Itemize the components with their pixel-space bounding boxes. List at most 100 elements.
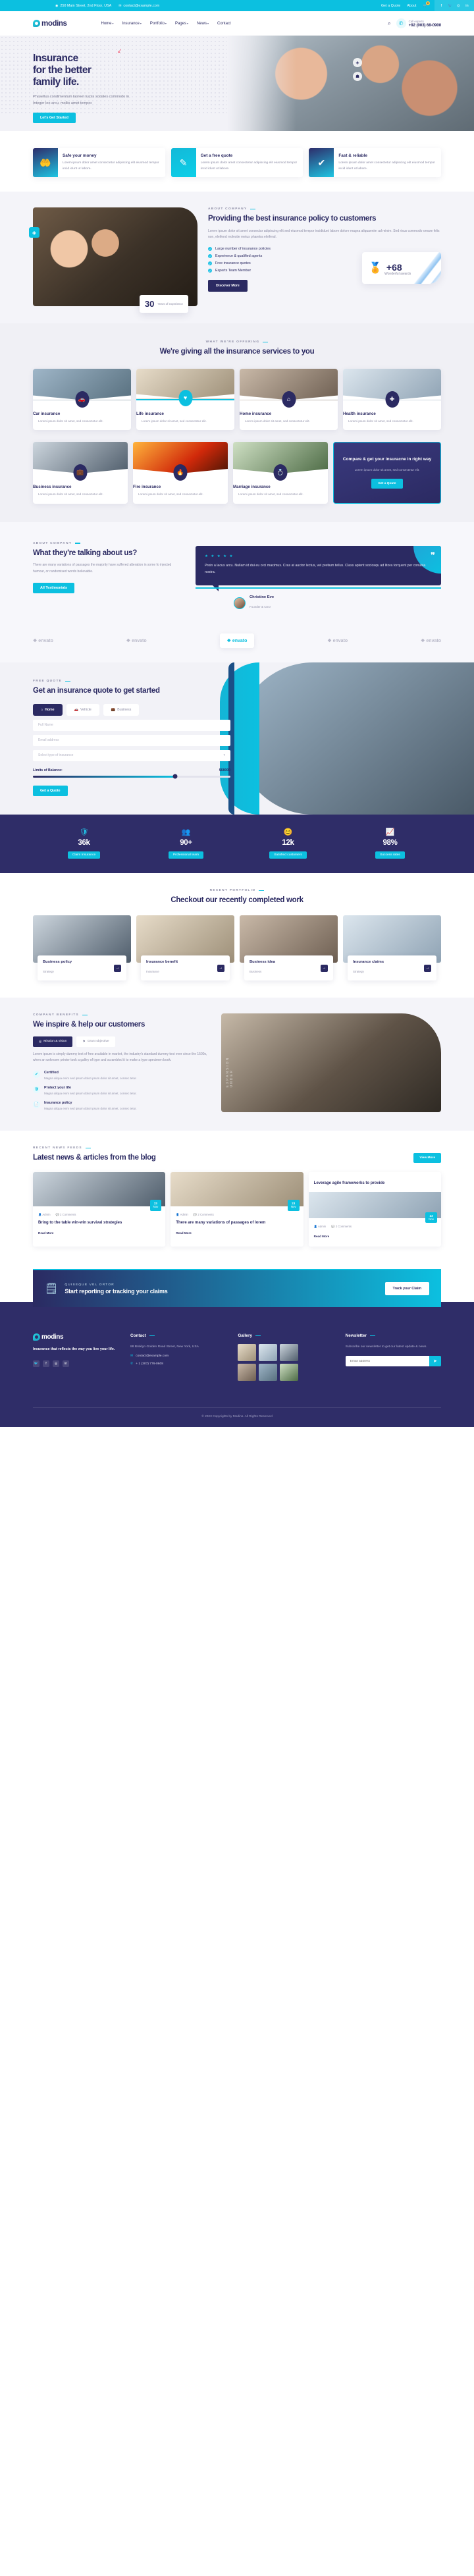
portfolio-item[interactable]: Insurance benefit Insurance → bbox=[136, 915, 234, 981]
instagram-icon[interactable]: ◎ bbox=[454, 4, 463, 8]
benefit-item: ✔ Certified Magna aliqua enim sed ipsum … bbox=[33, 1071, 209, 1081]
blog-read-more[interactable]: Read More bbox=[38, 1231, 54, 1235]
portfolio-item[interactable]: Business policy Strategy → bbox=[33, 915, 131, 981]
blog-comments: 💬 2 Comments bbox=[193, 1212, 214, 1216]
service-card[interactable]: 🚗 Car insurance Lorem ipsum dolor sit am… bbox=[33, 368, 131, 431]
primary-menu: Home▾ Insurance▾ Portfolio▾ Pages▾ News▾… bbox=[101, 22, 231, 26]
footer-brand-col: modins Insurance that reflects the way y… bbox=[33, 1333, 118, 1381]
portfolio-item[interactable]: Business idea Business → bbox=[240, 915, 338, 981]
menu-item-news[interactable]: News▾ bbox=[197, 22, 209, 26]
hero-paragraph: Phasellus condimentum laoreet turpis sod… bbox=[33, 94, 130, 105]
topbar-quote-link[interactable]: Get a Quote bbox=[381, 4, 400, 8]
footer-phone[interactable]: ✆ + 1 (307) 776-0608 bbox=[130, 1362, 226, 1366]
menu-item-contact[interactable]: Contact bbox=[217, 22, 231, 26]
topbar-about-link[interactable]: About bbox=[407, 4, 416, 8]
slider-fill bbox=[33, 775, 175, 778]
about-eyebrow: ABOUT COMPANY bbox=[208, 207, 441, 211]
hero-arrow-icon: ↙ bbox=[116, 47, 123, 55]
blog-card[interactable]: 23 Nov 👤 Admin 💬 2 Comments There are ma… bbox=[171, 1171, 303, 1247]
service-photo: 💍 bbox=[233, 442, 328, 481]
service-card[interactable]: ♥ Life insurance Lorem ipsum dolor sit a… bbox=[136, 368, 234, 431]
arrow-right-icon[interactable]: → bbox=[424, 964, 431, 972]
about-discover-button[interactable]: Discover More bbox=[208, 280, 248, 292]
portfolio-item-category: Strategy bbox=[43, 970, 54, 974]
slider-handle[interactable] bbox=[172, 774, 178, 779]
facebook-icon[interactable]: f bbox=[43, 1360, 49, 1367]
twitter-icon[interactable]: 🐦 bbox=[446, 4, 454, 8]
brand-logo-active[interactable]: ❖ envato bbox=[219, 633, 255, 649]
arrow-right-icon[interactable]: → bbox=[321, 964, 328, 972]
track-claim-button[interactable]: Track your Claim bbox=[384, 1282, 429, 1296]
hero-cta-button[interactable]: Let's Get Started bbox=[33, 113, 76, 124]
footer-address: 88 Broklyn Golden Road Street, New York,… bbox=[130, 1345, 199, 1349]
service-card[interactable]: ✚ Health insurance Lorem ipsum dolor sit… bbox=[343, 368, 441, 431]
feature-text: Lorem ipsum dolor amet consectetur adipi… bbox=[200, 161, 298, 171]
experience-number: 30 bbox=[144, 299, 155, 309]
service-card[interactable]: ⌂ Home insurance Lorem ipsum dolor sit a… bbox=[240, 368, 338, 431]
all-testimonials-button[interactable]: All Testimonials bbox=[33, 583, 74, 594]
blog-card[interactable]: Leverage agile frameworks to provide 23 … bbox=[308, 1171, 441, 1247]
menu-item-portfolio[interactable]: Portfolio▾ bbox=[150, 22, 167, 26]
tab-grant-objective[interactable]: ⚑ Grant objective bbox=[76, 1036, 115, 1047]
service-card[interactable]: 💍 Marriage insurance Lorem ipsum dolor s… bbox=[233, 442, 328, 504]
email-input[interactable]: Email address bbox=[33, 734, 230, 746]
tab-mission-vision[interactable]: ◎ Mission & vision bbox=[33, 1036, 73, 1047]
stat-label: Claim Insurance bbox=[67, 851, 101, 859]
page-root: ◉ 250 Main Street, 2nd Floor, USA ✉ cont… bbox=[0, 0, 474, 1428]
services-cta-button[interactable]: Get a Qoute bbox=[371, 479, 403, 489]
balance-slider[interactable] bbox=[33, 774, 230, 779]
gallery-thumb[interactable] bbox=[238, 1364, 257, 1382]
cart-button[interactable]: 🛒 0 bbox=[423, 1, 430, 8]
gallery-thumb[interactable] bbox=[280, 1364, 299, 1382]
footer-logo-text: modins bbox=[41, 1333, 64, 1341]
service-card[interactable]: 🔥 Fire insurance Lorem ipsum dolor sit a… bbox=[133, 442, 228, 504]
portfolio-grid: Business policy Strategy → Insurance ben… bbox=[33, 915, 441, 981]
tab-business[interactable]: 💼 Business bbox=[103, 703, 140, 716]
blog-read-more[interactable]: Read More bbox=[314, 1235, 330, 1238]
footer-email[interactable]: ✉ contact@example.com bbox=[130, 1354, 226, 1358]
view-more-button[interactable]: View More bbox=[413, 1152, 441, 1163]
newsletter-email-input[interactable] bbox=[345, 1356, 429, 1367]
twitter-icon[interactable]: 🐦 bbox=[33, 1360, 40, 1367]
heartbeat-icon: ♥ bbox=[178, 389, 192, 406]
blog-date-month: Nov bbox=[153, 1205, 159, 1209]
feature-card: ✎ Get a free quote Lorem ipsum dolor ame… bbox=[171, 148, 303, 178]
briefcase-icon: 💼 bbox=[111, 707, 116, 712]
service-card[interactable]: 💼 Business insurance Lorem ipsum dolor s… bbox=[33, 442, 128, 504]
blog-comments: 💬 2 Comments bbox=[55, 1212, 76, 1216]
blog-photo: 23 Nov bbox=[171, 1171, 303, 1211]
gallery-thumb[interactable] bbox=[259, 1364, 278, 1382]
envato-icon: ❖ bbox=[327, 639, 332, 644]
menu-item-pages[interactable]: Pages▾ bbox=[175, 22, 188, 26]
blog-read-more[interactable]: Read More bbox=[176, 1231, 192, 1235]
arrow-right-icon[interactable]: → bbox=[217, 964, 224, 972]
portfolio-item[interactable]: Insurance claims Strategy → bbox=[343, 915, 441, 981]
full-name-input[interactable]: Full Name bbox=[33, 719, 230, 731]
facebook-icon[interactable]: f bbox=[437, 4, 446, 8]
get-a-quote-button[interactable]: Get a Quote bbox=[33, 785, 68, 796]
blog-card[interactable]: 23 Nov 👤 Admin 💬 2 Comments Bring to the… bbox=[33, 1171, 166, 1247]
menu-item-insurance[interactable]: Insurance▾ bbox=[122, 22, 142, 26]
blog-post-title: Leverage agile frameworks to provide bbox=[313, 1181, 385, 1185]
insurance-type-select[interactable]: Select type of insurance ▾ bbox=[33, 749, 230, 761]
footer-logo[interactable]: modins bbox=[33, 1333, 118, 1341]
gallery-thumb[interactable] bbox=[280, 1344, 299, 1362]
linkedin-icon[interactable]: in bbox=[463, 4, 471, 8]
linkedin-icon[interactable]: in bbox=[63, 1360, 69, 1367]
menu-item-home[interactable]: Home▾ bbox=[101, 22, 114, 26]
topbar-email[interactable]: ✉ contact@example.com bbox=[118, 4, 159, 8]
gallery-thumb[interactable] bbox=[259, 1344, 278, 1362]
gallery-thumb[interactable] bbox=[238, 1344, 257, 1362]
newsletter-submit-button[interactable]: ➤ bbox=[429, 1356, 441, 1367]
slider-label-row: Limits of Balance: $68000 bbox=[33, 768, 230, 772]
call-experts-block[interactable]: ✆ Call experts +92 (003) 68-0900 bbox=[396, 18, 441, 28]
site-logo[interactable]: modins bbox=[33, 20, 67, 28]
brand-logo: ❖ envato bbox=[33, 638, 53, 644]
arrow-right-icon[interactable]: → bbox=[114, 964, 121, 972]
tab-home[interactable]: ⌂ Home bbox=[33, 703, 63, 716]
instagram-icon[interactable]: ◎ bbox=[53, 1360, 59, 1367]
search-icon[interactable]: ⌕ bbox=[388, 20, 390, 27]
check-circle-icon: ✓ bbox=[208, 261, 212, 266]
main-navbar: modins Home▾ Insurance▾ Portfolio▾ Pages… bbox=[0, 11, 474, 36]
tab-vehicle[interactable]: 🚗 Vehicle bbox=[66, 703, 99, 716]
